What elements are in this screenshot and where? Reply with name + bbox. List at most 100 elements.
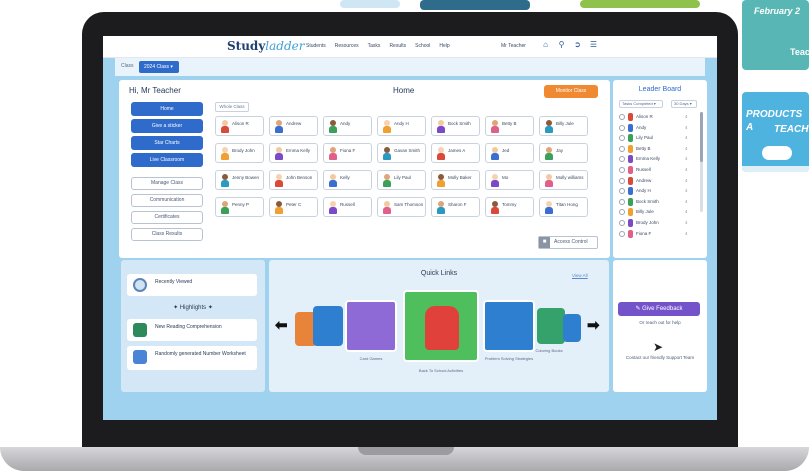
avatar-body (545, 153, 553, 160)
student-card[interactable]: Jenny Bowen (215, 170, 264, 190)
student-card[interactable]: Gavan Smith (377, 143, 426, 163)
class-results-button[interactable]: Class Results (131, 228, 203, 241)
student-card[interactable]: Andy (323, 116, 372, 136)
student-card[interactable]: Alison R (215, 116, 264, 136)
highlight-item[interactable]: New Reading Comprehension (127, 319, 257, 341)
student-avatar (382, 201, 392, 214)
nav-link-resources[interactable]: Resources (335, 43, 359, 49)
logo[interactable]: Studyladder (227, 39, 305, 53)
leader-scrollbar[interactable] (700, 112, 703, 212)
scroll-thumb[interactable] (700, 112, 703, 162)
class-select[interactable]: 2024 Class ▾ (139, 61, 179, 73)
student-card[interactable]: Molly williams (539, 170, 588, 190)
leader-row[interactable]: Andrew 4 (619, 176, 699, 186)
lock-icon: ■ (539, 237, 550, 248)
highlight-label: Randomly generated Number Worksheet (155, 351, 246, 357)
student-card[interactable]: Russell (323, 197, 372, 217)
home-button[interactable]: Home (131, 102, 203, 116)
avatar-body (383, 207, 391, 214)
student-card[interactable]: Jay (539, 143, 588, 163)
quick-link-tile[interactable] (563, 314, 581, 342)
avatar-body (221, 153, 229, 160)
student-card[interactable]: Emma Kelly (269, 143, 318, 163)
leader-row[interactable]: Billy Jule 4 (619, 207, 699, 217)
communication-button[interactable]: Communication (131, 194, 203, 207)
leader-row[interactable]: Betty B 4 (619, 144, 699, 154)
leader-row[interactable]: Lily Paul 4 (619, 133, 699, 143)
student-card[interactable]: Bock Smith (431, 116, 480, 136)
student-card[interactable]: Mo (485, 170, 534, 190)
give-sticker-button[interactable]: Give a sticker (131, 119, 203, 133)
student-card[interactable]: James A (431, 143, 480, 163)
lightbulb-icon[interactable] (483, 300, 535, 352)
leader-row[interactable]: Emma Kelly 4 (619, 154, 699, 164)
student-card[interactable]: Sharon F (431, 197, 480, 217)
support-contact-text[interactable]: Contact our friendly Support Team (613, 355, 707, 361)
leader-row[interactable]: Brody John 4 (619, 218, 699, 228)
student-card[interactable]: Andy H (377, 116, 426, 136)
numbers-icon[interactable] (313, 306, 343, 346)
student-card[interactable]: Molly Baker (431, 170, 480, 190)
leader-avatar (628, 166, 633, 174)
star-charts-button[interactable]: Star Charts (131, 136, 203, 150)
student-card[interactable]: Jed (485, 143, 534, 163)
whole-class-tab[interactable]: Whole Class (215, 102, 249, 112)
certificates-button[interactable]: Certificates (131, 211, 203, 224)
leader-row[interactable]: Alison R 4 (619, 112, 699, 122)
student-card[interactable]: Peter C (269, 197, 318, 217)
star-icon: ✦ (206, 305, 213, 311)
nav-link-help[interactable]: Help (439, 43, 449, 49)
nav-link-school[interactable]: School (415, 43, 430, 49)
student-card[interactable]: Titan Hong (539, 197, 588, 217)
leader-row[interactable]: Andy H 4 (619, 186, 699, 196)
avatar-body (275, 126, 283, 133)
student-name: Andy H (394, 121, 409, 126)
student-card[interactable]: Andrew (269, 116, 318, 136)
top-nav: Studyladder Students Resources Tasks Res… (103, 36, 717, 58)
student-card[interactable]: Fiona F (323, 143, 372, 163)
days-filter[interactable]: 30 Days ▾ (671, 100, 697, 108)
student-card[interactable]: Kelly (323, 170, 372, 190)
card-games-icon[interactable] (345, 300, 397, 352)
student-card[interactable]: Sam Thomson (377, 197, 426, 217)
give-feedback-button[interactable]: ✎ Give Feedback (618, 302, 700, 316)
student-card[interactable]: Billy Jule (539, 116, 588, 136)
access-control-button[interactable]: ■ Access Control (538, 236, 598, 249)
search-icon[interactable]: ⚲ (557, 40, 566, 49)
nav-link-tasks[interactable]: Tasks (368, 43, 381, 49)
background-poster: February 2 Teach (742, 0, 809, 70)
student-card[interactable]: John Benson (269, 170, 318, 190)
recently-viewed-card[interactable]: Recently Viewed (127, 274, 257, 296)
student-name: Billy Jule (556, 121, 574, 126)
tasks-filter[interactable]: Tasks Completed ▾ (619, 100, 663, 108)
student-avatar (544, 120, 554, 133)
manage-class-button[interactable]: Manage Class (131, 177, 203, 190)
monitor-class-button[interactable]: Monitor Class (544, 85, 598, 98)
nav-link-students[interactable]: Students (306, 43, 326, 49)
live-classroom-button[interactable]: Live Classroom (131, 153, 203, 167)
menu-icon[interactable]: ☰ (589, 40, 598, 49)
leader-row[interactable]: Bock Smith 4 (619, 197, 699, 207)
student-card[interactable]: Betty B (485, 116, 534, 136)
leader-row[interactable]: Fiona F 4 (619, 229, 699, 239)
leader-row[interactable]: Russell 4 (619, 165, 699, 175)
backpack-icon[interactable] (403, 290, 479, 362)
student-name: Brody John (232, 148, 255, 153)
nav-link-results[interactable]: Results (389, 43, 406, 49)
coloring-books-icon[interactable] (537, 308, 565, 344)
arrow-right-icon[interactable]: ➡ (587, 316, 600, 334)
student-avatar (382, 147, 392, 160)
problem-solving-label: Problem Solving Strategies (484, 356, 534, 361)
user-menu[interactable]: Mr Teacher (501, 43, 526, 49)
student-card[interactable]: Brody John (215, 143, 264, 163)
student-card[interactable]: Lily Paul (377, 170, 426, 190)
arrow-left-icon[interactable]: ⬅ (275, 316, 288, 334)
student-name: Jenny Bowen (232, 175, 260, 180)
highlight-item[interactable]: Randomly generated Number Worksheet (127, 346, 257, 370)
logout-icon[interactable]: ➲ (573, 40, 582, 49)
leader-row[interactable]: Andy 4 (619, 123, 699, 133)
student-card[interactable]: Penny P (215, 197, 264, 217)
view-all-link[interactable]: View All (572, 273, 588, 278)
student-card[interactable]: Tommy (485, 197, 534, 217)
home-icon[interactable]: ⌂ (541, 40, 550, 49)
